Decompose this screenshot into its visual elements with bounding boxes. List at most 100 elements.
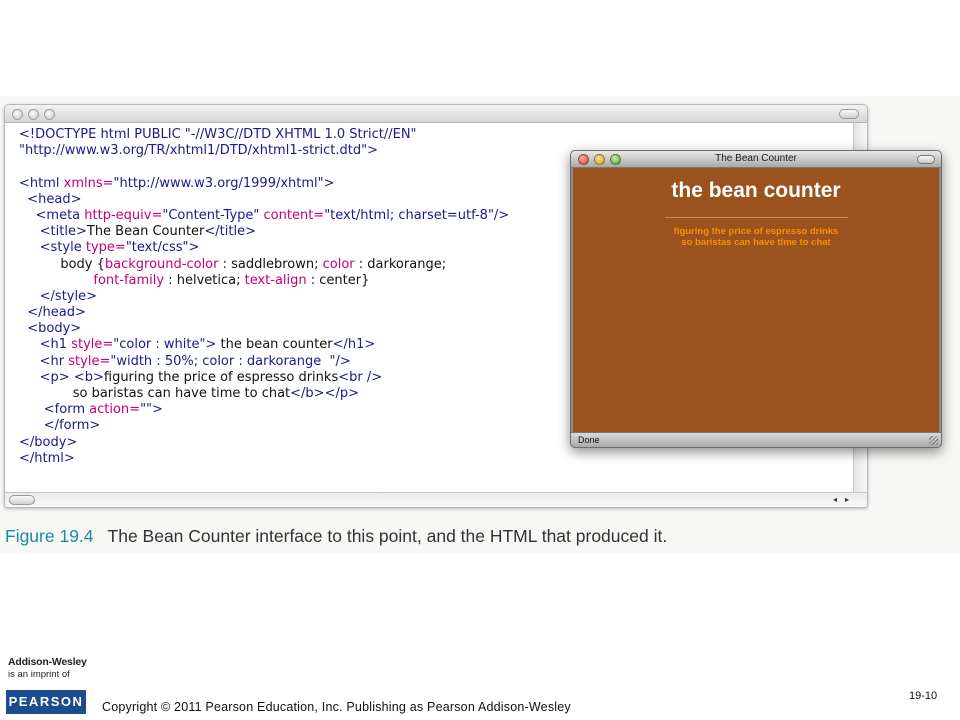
code-token: style= <box>68 353 111 369</box>
code-token: : saddlebrown; <box>222 256 323 272</box>
code-token: the bean counter <box>220 337 333 353</box>
publisher-name: Addison-Wesley <box>8 656 87 668</box>
code-token: </form> <box>19 418 101 434</box>
code-line: body {background-color : saddlebrown; co… <box>19 257 509 273</box>
code-line: so baristas can have time to chat</b></p… <box>19 386 509 402</box>
code-line: "http://www.w3.org/TR/xhtml1/DTD/xhtml1-… <box>19 143 509 159</box>
browser-titlebar: The Bean Counter <box>571 151 941 168</box>
resize-grip-icon[interactable] <box>929 436 938 445</box>
browser-preview-window: The Bean Counter the bean counter figuri… <box>570 150 942 448</box>
code-token: "http://www.w3.org/TR/xhtml1/DTD/xhtml1-… <box>19 143 378 159</box>
toolbar-toggle-icon[interactable] <box>917 155 935 164</box>
code-line: </body> <box>19 435 509 451</box>
code-token: text-align <box>244 272 311 288</box>
paragraph-line-1: figuring the price of espresso drinks <box>673 226 839 237</box>
code-token: : helvetica; <box>168 272 245 288</box>
figure-number: Figure 19.4 <box>5 526 94 546</box>
page-paragraph: figuring the price of espresso drinks so… <box>573 226 939 248</box>
code-line: font-family : helvetica; text-align : ce… <box>19 273 509 289</box>
scroll-left-arrow-icon[interactable]: ◂ <box>829 494 841 506</box>
code-token: <br /> <box>338 369 383 385</box>
status-text: Done <box>578 435 600 445</box>
code-line: <head> <box>19 192 509 208</box>
minimize-window-icon[interactable] <box>28 109 39 120</box>
code-token: </style> <box>19 288 97 304</box>
scroll-right-arrow-icon[interactable]: ▸ <box>841 494 853 506</box>
figure-caption: Figure 19.4 The Bean Counter interface to… <box>5 526 667 547</box>
horizontal-rule <box>664 217 848 218</box>
code-line: <!DOCTYPE html PUBLIC "-//W3C//DTD XHTML… <box>19 127 509 143</box>
rendered-page: the bean counter figuring the price of e… <box>573 168 939 432</box>
code-token: <meta <box>19 207 85 223</box>
code-line: <html xmlns="http://www.w3.org/1999/xhtm… <box>19 176 509 192</box>
code-token: </body> <box>19 434 78 450</box>
horizontal-scrollbar[interactable]: ◂ ▸ <box>5 492 867 507</box>
pearson-logo: PEARSON <box>6 690 86 714</box>
code-token: </head> <box>19 305 86 321</box>
code-line: <body> <box>19 321 509 337</box>
code-line: <h1 style="color : white"> the bean coun… <box>19 337 509 353</box>
code-line: </form> <box>19 418 509 434</box>
code-token: <p> <b> <box>19 369 104 385</box>
code-token: style= <box>71 337 114 353</box>
code-token: <style <box>19 240 86 256</box>
code-token: </b></p> <box>290 386 359 401</box>
page-heading: the bean counter <box>671 179 841 202</box>
browser-title: The Bean Counter <box>715 153 797 164</box>
code-line: </html> <box>19 451 509 467</box>
code-line: </style> <box>19 289 509 305</box>
code-token: "text/html; charset=utf-8"/> <box>324 207 510 223</box>
code-token: http-equiv= <box>84 207 163 223</box>
page-number: 19-10 <box>909 690 938 702</box>
code-line: </head> <box>19 305 509 321</box>
caption-text: The Bean Counter interface to this point… <box>107 526 668 546</box>
addison-wesley-logo: Addison-Wesley is an imprint of <box>8 656 88 680</box>
code-token: <title> <box>19 224 87 240</box>
code-token: : center} <box>310 272 370 288</box>
code-token: color <box>322 256 359 272</box>
html-source-code: <!DOCTYPE html PUBLIC "-//W3C//DTD XHTML… <box>19 127 509 467</box>
close-window-icon[interactable] <box>12 109 23 120</box>
code-token: "Content-Type" <box>162 207 264 223</box>
copyright-notice: Copyright © 2011 Pearson Education, Inc.… <box>102 700 571 714</box>
code-token: action= <box>89 402 141 418</box>
code-token: xmlns= <box>63 175 114 191</box>
code-token: figuring the price of espresso drinks <box>103 369 339 385</box>
toolbar-toggle-icon[interactable] <box>839 109 859 119</box>
status-bar: Done <box>571 432 941 447</box>
code-token: </html> <box>19 450 75 466</box>
code-token: : darkorange; <box>358 256 447 272</box>
code-line: <hr style="width : 50%; color : darkoran… <box>19 354 509 370</box>
code-token: content= <box>263 207 325 223</box>
editor-titlebar <box>5 105 867 123</box>
code-token: "color : white"> <box>113 337 221 353</box>
code-token: <html <box>19 175 64 191</box>
code-token: so baristas can have time to chat <box>19 386 291 401</box>
imprint-text: is an imprint of <box>8 669 70 680</box>
code-line: <meta http-equiv="Content-Type" content=… <box>19 207 510 224</box>
code-token: <h1 <box>19 337 72 353</box>
scrollbar-thumb[interactable] <box>9 495 35 505</box>
code-line: <title>The Bean Counter</title> <box>19 224 509 240</box>
code-token: </title> <box>204 224 256 240</box>
code-token: "http://www.w3.org/1999/xhtml"> <box>113 175 335 191</box>
code-line: <form action=""> <box>19 402 509 418</box>
code-token: "width : 50%; color : darkorange "/> <box>110 353 351 369</box>
code-token: <body> <box>19 321 82 337</box>
code-token: ""> <box>140 402 163 418</box>
code-token: body { <box>19 256 105 272</box>
code-token: "text/css"> <box>125 240 200 256</box>
code-token: <form <box>19 402 90 418</box>
code-token: <head> <box>19 191 82 207</box>
code-token: <!DOCTYPE html PUBLIC "-//W3C//DTD XHTML… <box>19 127 417 142</box>
paragraph-line-2: so baristas can have time to chat <box>681 237 831 248</box>
code-token: font-family <box>19 272 169 288</box>
code-token: type= <box>85 240 126 256</box>
code-line: <style type="text/css"> <box>19 240 509 256</box>
code-token: background-color <box>104 256 223 272</box>
code-token: The Bean Counter <box>86 224 205 240</box>
code-token: <hr <box>19 353 69 369</box>
code-line: <p> <b>figuring the price of espresso dr… <box>19 370 509 386</box>
zoom-window-icon[interactable] <box>44 109 55 120</box>
